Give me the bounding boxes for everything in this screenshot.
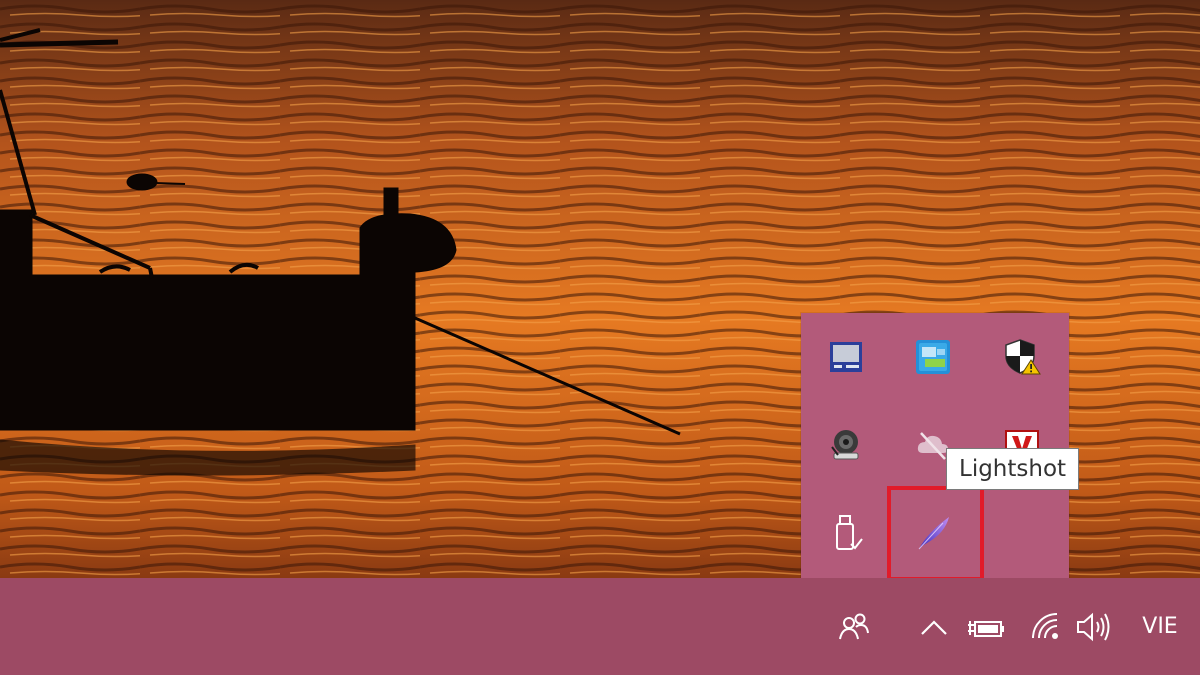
wifi-icon[interactable] [1024, 578, 1066, 675]
lightshot-tooltip: Lightshot [946, 448, 1080, 490]
volume-icon[interactable] [1072, 578, 1116, 675]
taskbar: VIE [0, 578, 1200, 675]
people-icon[interactable] [830, 578, 878, 675]
battery-charging-icon[interactable] [962, 578, 1010, 675]
computer-monitor-icon[interactable] [816, 327, 876, 387]
lightshot-feather-icon[interactable] [903, 503, 963, 563]
chevron-up-icon[interactable] [914, 578, 954, 675]
language-indicator[interactable]: VIE [1130, 578, 1190, 675]
shield-warning-icon[interactable] [992, 327, 1052, 387]
usb-drive-check-icon[interactable] [816, 503, 876, 563]
intel-graphics-icon[interactable] [903, 327, 963, 387]
language-label: VIE [1142, 614, 1178, 639]
speaker-icon[interactable] [816, 415, 876, 475]
tray-overflow-flyout [801, 313, 1069, 578]
